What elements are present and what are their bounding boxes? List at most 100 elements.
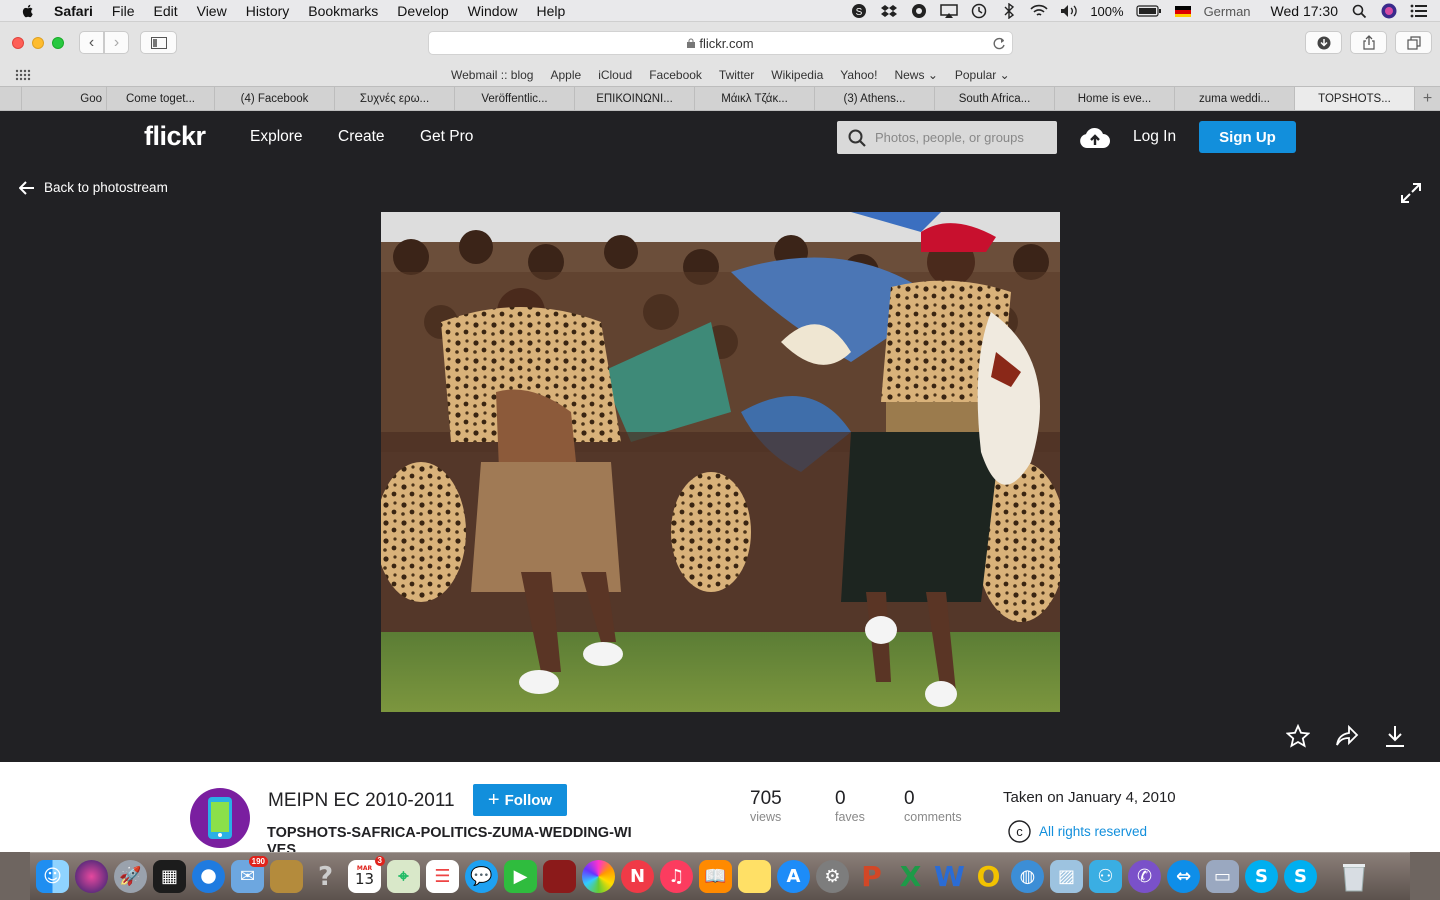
zoom-window-button[interactable] (52, 37, 64, 49)
mail-app-icon[interactable]: ✉ 190 (231, 856, 268, 893)
notification-center-icon[interactable] (1410, 3, 1428, 19)
forward-nav-button[interactable]: › (104, 31, 129, 54)
time-machine-icon[interactable] (970, 3, 988, 19)
nav-explore[interactable]: Explore (250, 128, 303, 146)
tab-9[interactable]: South Africa... (935, 87, 1055, 110)
teamviewer-icon[interactable]: ⇔ (1167, 860, 1200, 893)
nav-get-pro[interactable]: Get Pro (420, 128, 473, 146)
license-row[interactable]: c All rights reserved (1008, 820, 1147, 843)
stickies-icon[interactable] (738, 860, 771, 893)
owner-name[interactable]: MEIPN EC 2010-2011 (268, 790, 455, 812)
siri-icon[interactable] (1380, 3, 1398, 19)
help-question-icon[interactable]: ? (309, 860, 342, 893)
favorite-news-folder[interactable]: News ⌄ (894, 68, 937, 82)
credit-card-app-icon[interactable]: ▭ (1206, 860, 1239, 893)
launchpad-icon[interactable]: 🚀 (114, 860, 147, 893)
follow-button[interactable]: + Follow (473, 784, 567, 816)
menu-develop[interactable]: Develop (397, 3, 448, 19)
menu-view[interactable]: View (197, 3, 227, 19)
photos-icon[interactable] (582, 860, 615, 893)
search-input[interactable]: Photos, people, or groups (837, 121, 1057, 154)
tab-3[interactable]: (4) Facebook (215, 87, 335, 110)
trash-icon[interactable] (1337, 860, 1370, 893)
fave-star-icon[interactable] (1286, 724, 1310, 748)
owner-avatar[interactable] (190, 788, 250, 848)
tab-11[interactable]: zuma weddi... (1175, 87, 1295, 110)
favorite-yahoo[interactable]: Yahoo! (840, 68, 877, 82)
family-sharing-icon[interactable]: ⚇ (1089, 860, 1122, 893)
tab-10[interactable]: Home is eve... (1055, 87, 1175, 110)
back-nav-button[interactable]: ‹ (79, 31, 104, 54)
menu-safari[interactable]: Safari (54, 3, 93, 19)
airplay-icon[interactable] (940, 3, 959, 19)
battery-icon[interactable] (1135, 3, 1162, 19)
menu-window[interactable]: Window (468, 3, 518, 19)
reload-icon[interactable] (993, 37, 1006, 50)
tab-overview-button[interactable] (1395, 31, 1432, 54)
nav-create[interactable]: Create (338, 128, 385, 146)
excel-icon[interactable]: X (894, 860, 927, 893)
main-photo[interactable] (381, 212, 1060, 712)
grid-apps-icon[interactable] (15, 69, 31, 81)
wifi-icon[interactable] (1030, 3, 1048, 19)
outlook-icon[interactable]: O (972, 860, 1005, 893)
volume-icon[interactable] (1060, 3, 1078, 19)
globe-network-icon[interactable]: ◍ (1011, 860, 1044, 893)
share-arrow-icon[interactable] (1335, 724, 1359, 748)
german-flag-icon[interactable] (1174, 3, 1192, 19)
safari-app-icon[interactable] (192, 860, 225, 893)
favorite-webmail[interactable]: Webmail :: blog (451, 68, 533, 82)
menu-file[interactable]: File (112, 3, 135, 19)
messages-icon[interactable]: 💬 (465, 860, 498, 893)
favorite-wikipedia[interactable]: Wikipedia (771, 68, 823, 82)
taken-date[interactable]: Taken on January 4, 2010 (1003, 789, 1176, 806)
tab-12-active[interactable]: TOPSHOTS... (1295, 87, 1415, 110)
word-icon[interactable]: W (933, 860, 966, 893)
books-icon[interactable]: 📖 (699, 860, 732, 893)
skype-app-icon-1[interactable]: S (1245, 860, 1278, 893)
reminders-icon[interactable]: ☰ (426, 860, 459, 893)
input-source-label[interactable]: German (1204, 4, 1251, 19)
tab-7[interactable]: Μάικλ Τζάκ... (695, 87, 815, 110)
share-button[interactable] (1350, 31, 1387, 54)
finder-icon[interactable]: ☺ (36, 860, 69, 893)
new-tab-button[interactable]: + (1415, 87, 1440, 110)
tab-2[interactable]: Come toget... (107, 87, 215, 110)
music-icon[interactable]: ♫ (660, 860, 693, 893)
menubar-clock[interactable]: Wed 17:30 (1271, 3, 1338, 19)
favorite-twitter[interactable]: Twitter (719, 68, 754, 82)
login-link[interactable]: Log In (1133, 128, 1176, 146)
system-preferences-icon[interactable]: ⚙ (816, 860, 849, 893)
expand-fullscreen-icon[interactable] (1400, 182, 1422, 204)
rights-link[interactable]: All rights reserved (1039, 824, 1147, 839)
tab-6[interactable]: ΕΠΙΚΟΙΝΩΝΙ... (575, 87, 695, 110)
favorite-icloud[interactable]: iCloud (598, 68, 632, 82)
tab-pinned[interactable] (0, 87, 22, 110)
mission-control-icon[interactable]: ▦ (153, 860, 186, 893)
news-icon[interactable]: N (621, 860, 654, 893)
dropbox-icon[interactable] (880, 3, 898, 19)
tab-1[interactable]: Goo (22, 87, 107, 110)
maps-icon[interactable]: ⌖ (387, 860, 420, 893)
favorite-popular-folder[interactable]: Popular ⌄ (955, 68, 1010, 82)
skype-app-icon-2[interactable]: S (1284, 860, 1317, 893)
sidebar-toggle-button[interactable] (140, 31, 177, 54)
favorite-apple[interactable]: Apple (550, 68, 581, 82)
address-bar[interactable]: flickr.com (428, 31, 1013, 55)
app-store-icon[interactable]: A (777, 860, 810, 893)
menu-help[interactable]: Help (536, 3, 565, 19)
tab-8[interactable]: (3) Athens... (815, 87, 935, 110)
spotlight-search-icon[interactable] (1350, 3, 1368, 19)
favorite-facebook[interactable]: Facebook (649, 68, 702, 82)
tab-5[interactable]: Veröffentlic... (455, 87, 575, 110)
download-icon[interactable] (1383, 724, 1407, 748)
apple-menu-icon[interactable] (20, 3, 36, 19)
calendar-icon[interactable]: MAR 13 3 (348, 856, 385, 893)
siri-app-icon[interactable] (75, 860, 108, 893)
bluetooth-icon[interactable] (1000, 3, 1018, 19)
menu-bookmarks[interactable]: Bookmarks (308, 3, 378, 19)
signup-button[interactable]: Sign Up (1199, 121, 1296, 153)
downloads-button[interactable] (1305, 31, 1342, 54)
facetime-icon[interactable]: ▶ (504, 860, 537, 893)
viber-app-icon[interactable]: ✆ (1128, 860, 1161, 893)
